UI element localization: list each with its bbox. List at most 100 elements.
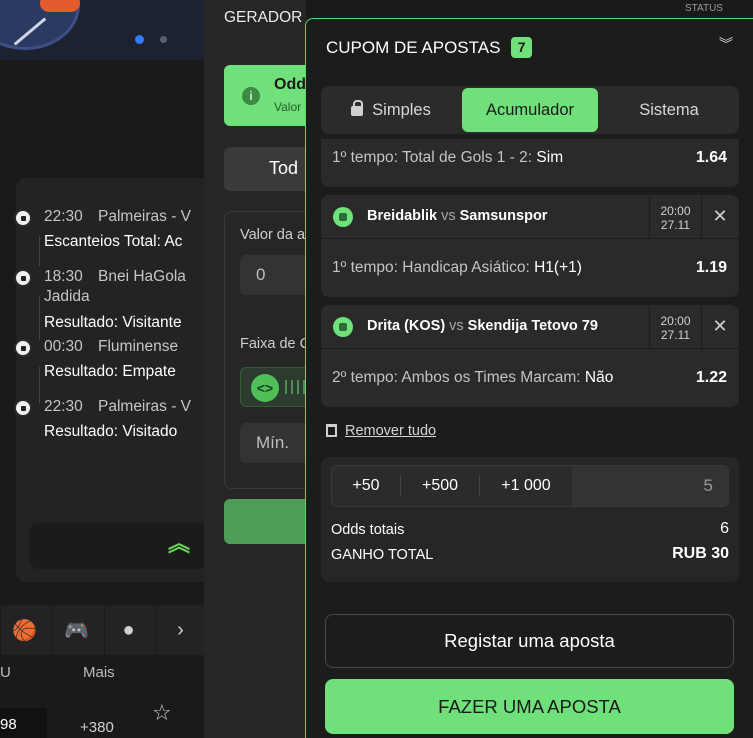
selection-datetime: 20:00 27.11 bbox=[649, 305, 702, 349]
bet-slip-panel: CUPOM DE APOSTAS 7 ︾ Simples Acumulador … bbox=[305, 18, 753, 738]
place-bet-button[interactable]: FAZER UMA APOSTA bbox=[325, 679, 734, 734]
tab-sistema[interactable]: Sistema bbox=[599, 86, 739, 134]
bet-teams-continued: Jadida bbox=[44, 288, 90, 305]
generator-alert: i Odd Valor bbox=[224, 65, 306, 126]
remove-all-button[interactable]: Remover tudo bbox=[326, 422, 436, 439]
total-win-value: RUB 30 bbox=[672, 545, 729, 562]
selection-card: Drita (KOS) vs Skendija Tetovo 79 20:00 27.… bbox=[321, 305, 739, 407]
selection-market: 2º tempo: Ambos os Times Marcam: Não bbox=[332, 369, 614, 386]
stake-amount-input[interactable]: 5 bbox=[572, 466, 729, 506]
selection-match[interactable]: Breidablik vs Samsunspor bbox=[367, 208, 547, 224]
selection-datetime: 20:00 27.11 bbox=[649, 195, 702, 239]
selection-header: Drita (KOS) vs Skendija Tetovo 79 20:00 27.… bbox=[321, 305, 739, 349]
collapse-chevron-icon[interactable]: ︾ bbox=[719, 37, 733, 51]
alert-title: Odd bbox=[274, 76, 306, 93]
double-chevron-up-icon: ︽ bbox=[168, 531, 191, 556]
bet-time: 18:30 bbox=[44, 268, 83, 285]
total-win-row: GANHO TOTAL RUB 30 bbox=[331, 545, 729, 563]
more-odds-link[interactable]: +380 bbox=[80, 719, 114, 736]
tab-label: Acumulador bbox=[485, 100, 575, 119]
generator-title: GERADOR DE APOSTAS bbox=[224, 9, 306, 26]
football-icon bbox=[14, 339, 32, 357]
quick-stake-bar: +50 +500 +1 000 5 bbox=[331, 465, 729, 507]
selection-odd: 1.19 bbox=[695, 259, 727, 276]
football-icon bbox=[14, 399, 32, 417]
bet-result: Resultado: Visitante bbox=[44, 314, 182, 331]
trash-icon bbox=[326, 424, 337, 437]
selection-card: 1º tempo: Total de Gols 1 - 2: Sim 1.64 bbox=[321, 139, 739, 187]
my-bet-item[interactable]: 00:30 Fluminense Resultado: Empate bbox=[14, 338, 214, 382]
tab-label: Simples bbox=[372, 100, 431, 119]
my-bet-item[interactable]: 18:30 Bnei HaGola Jadida Resultado: Visi… bbox=[14, 268, 214, 334]
amount-label: Valor da a bbox=[240, 227, 306, 243]
bet-result: Resultado: Empate bbox=[44, 363, 176, 380]
alert-subtitle: Valor bbox=[274, 100, 302, 114]
stake-section: +50 +500 +1 000 5 Odds totais 6 GANHO TO… bbox=[321, 457, 739, 582]
remove-selection-icon[interactable]: ✕ bbox=[709, 315, 731, 337]
bet-result: Resultado: Visitado bbox=[44, 423, 178, 440]
carousel-dot[interactable] bbox=[160, 36, 167, 43]
odds-range-slider[interactable]: <> bbox=[240, 367, 306, 407]
quick-stake-50-button[interactable]: +50 bbox=[332, 466, 400, 506]
amount-input[interactable]: 0 bbox=[240, 255, 306, 295]
tab-all[interactable]: Tod bbox=[224, 147, 306, 191]
bet-type-tabs: Simples Acumulador Sistema bbox=[321, 86, 739, 134]
status-label: STATUS bbox=[655, 0, 753, 18]
my-bet-item[interactable]: 22:30 Palmeiras - V Escanteios Total: Ac bbox=[14, 208, 214, 252]
bet-time: 22:30 bbox=[44, 398, 83, 415]
quick-stake-500-button[interactable]: +500 bbox=[401, 466, 479, 506]
selection-odd: 1.64 bbox=[695, 149, 727, 166]
tab-label: Sistema bbox=[639, 100, 699, 119]
total-odds-row: Odds totais 6 bbox=[331, 520, 729, 538]
bet-slip-header: CUPOM DE APOSTAS 7 bbox=[326, 37, 533, 58]
min-odds-input[interactable]: Mín. bbox=[240, 423, 306, 463]
remove-selection-icon[interactable]: ✕ bbox=[709, 205, 731, 227]
odds-range-label: Faixa de C bbox=[240, 336, 306, 352]
banner-food-graphic bbox=[40, 0, 80, 12]
generate-button[interactable] bbox=[224, 499, 306, 544]
lock-icon bbox=[351, 100, 364, 116]
basketball-icon[interactable]: 🏀 bbox=[0, 605, 48, 655]
tab-acumulador[interactable]: Acumulador bbox=[462, 88, 598, 132]
selection-count-badge: 7 bbox=[511, 37, 533, 58]
bet-slip-title: CUPOM DE APOSTAS bbox=[326, 38, 501, 57]
info-icon: i bbox=[242, 87, 260, 105]
chevron-right-icon[interactable]: › bbox=[156, 605, 204, 655]
odd-button[interactable]: 98 bbox=[0, 708, 47, 738]
bet-result: Escanteios Total: Ac bbox=[44, 233, 183, 250]
column-header-u: U bbox=[0, 664, 11, 681]
selection-card: Breidablik vs Samsunspor 20:00 27.11 ✕ 1º t… bbox=[321, 195, 739, 297]
selection-match[interactable]: Drita (KOS) vs Skendija Tetovo 79 bbox=[367, 318, 598, 334]
promo-banner-image[interactable] bbox=[0, 0, 204, 60]
expand-bets-button[interactable]: ︽ bbox=[30, 523, 230, 569]
total-win-label: GANHO TOTAL bbox=[331, 547, 434, 563]
football-icon bbox=[333, 317, 353, 337]
bet-teams: Fluminense bbox=[98, 338, 179, 355]
slider-handle-icon[interactable]: <> bbox=[251, 374, 279, 402]
register-bet-button[interactable]: Registar uma aposta bbox=[325, 614, 734, 668]
remove-all-label: Remover tudo bbox=[345, 423, 437, 439]
bet-time: 22:30 bbox=[44, 208, 83, 225]
selection-header: Breidablik vs Samsunspor 20:00 27.11 ✕ bbox=[321, 195, 739, 239]
tab-simples[interactable]: Simples bbox=[321, 86, 461, 134]
football-icon bbox=[333, 207, 353, 227]
football-icon bbox=[14, 209, 32, 227]
slider-grip bbox=[285, 380, 306, 394]
total-odds-label: Odds totais bbox=[331, 522, 405, 538]
selection-market: 1º tempo: Handicap Asiático: H1(+1) bbox=[332, 259, 582, 276]
bet-time: 00:30 bbox=[44, 338, 83, 355]
carousel-dot-active[interactable] bbox=[135, 35, 144, 44]
bet-teams: Palmeiras - V bbox=[98, 208, 192, 225]
hockey-puck-icon[interactable]: ● bbox=[104, 605, 152, 655]
bet-generator-panel: GERADOR DE APOSTAS i Odd Valor Tod Valor… bbox=[204, 0, 306, 738]
total-odds-value: 6 bbox=[720, 520, 729, 537]
sports-filter-bar: 🏀 🎮 ● › bbox=[0, 605, 204, 655]
gamepad-icon[interactable]: 🎮 bbox=[52, 605, 100, 655]
bet-teams: Bnei HaGola bbox=[98, 268, 186, 285]
selection-odd: 1.22 bbox=[695, 369, 727, 386]
star-icon[interactable]: ☆ bbox=[152, 700, 172, 726]
quick-stake-1000-button[interactable]: +1 000 bbox=[480, 466, 572, 506]
bet-teams: Palmeiras - V bbox=[98, 398, 192, 415]
selection-market: 1º tempo: Total de Gols 1 - 2: Sim bbox=[332, 149, 564, 166]
my-bet-item[interactable]: 22:30 Palmeiras - V Resultado: Visitado bbox=[14, 398, 214, 442]
